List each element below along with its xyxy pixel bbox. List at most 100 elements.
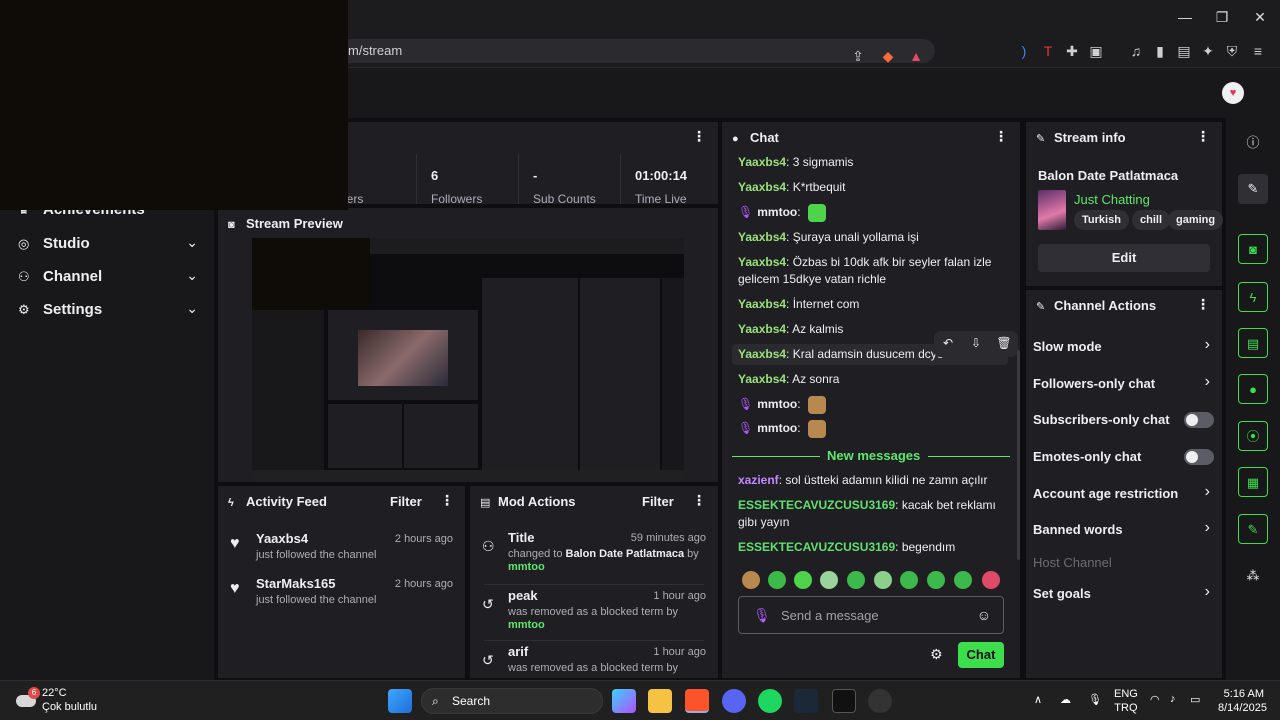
chat-message[interactable]: 🎙 mmtoo: <box>738 204 1008 222</box>
filter-button[interactable]: Filter <box>642 494 674 509</box>
emote-icon[interactable] <box>768 571 786 589</box>
action-slow-mode[interactable]: Slow mode › <box>1026 330 1222 364</box>
emoji-icon[interactable]: ☺ <box>977 607 991 623</box>
screenshot-icon[interactable]: ▣ <box>1086 41 1106 61</box>
widgets-icon[interactable]: ⁂ <box>1238 561 1268 591</box>
emote-icon[interactable] <box>927 571 945 589</box>
pencil-icon[interactable]: ✎ <box>1238 174 1268 204</box>
chat-username[interactable]: Yaaxbs4 <box>738 255 786 269</box>
document-icon[interactable]: ▤ <box>1238 328 1268 358</box>
trash-icon[interactable]: 🗑 <box>996 336 1012 350</box>
discord-icon[interactable] <box>722 689 746 713</box>
chat-username[interactable]: Yaaxbs4 <box>738 230 786 244</box>
brave-rewards-icon[interactable]: ▲ <box>906 46 926 66</box>
undo-icon[interactable]: ↶ <box>940 336 956 350</box>
puzzle-icon[interactable]: ✚ <box>1062 41 1082 61</box>
new-messages-divider[interactable]: New messages <box>732 448 1010 464</box>
chevron-up-icon[interactable]: ∧ <box>1034 693 1042 706</box>
close-button[interactable]: ✕ <box>1244 6 1276 28</box>
chat-message[interactable]: Yaaxbs4: İnternet com <box>738 296 1008 313</box>
share-icon[interactable]: ⇪ <box>848 46 868 66</box>
emote-icon[interactable] <box>874 571 892 589</box>
epic-games-icon[interactable] <box>832 689 856 713</box>
chat-username[interactable]: Yaaxbs4 <box>738 372 786 386</box>
copilot-icon[interactable] <box>612 689 636 713</box>
chat-username[interactable]: Yaaxbs4 <box>738 297 786 311</box>
action-set-goals[interactable]: Set goals › <box>1026 577 1222 611</box>
filter-button[interactable]: Filter <box>390 494 422 509</box>
info-icon[interactable]: ⓘ <box>1238 128 1268 158</box>
chat-message[interactable]: 🎙 mmtoo: <box>738 420 1008 438</box>
action-followers-only[interactable]: Followers-only chat › <box>1026 367 1222 401</box>
chat-username[interactable]: Yaaxbs4 <box>738 180 786 194</box>
chat-message[interactable]: Yaaxbs4: Şuraya unali yollama işi <box>738 229 1008 246</box>
action-account-age[interactable]: Account age restriction › <box>1026 477 1222 511</box>
brave-shield-icon[interactable]: ◆ <box>878 46 898 66</box>
obs-icon[interactable] <box>868 689 892 713</box>
chat-message[interactable]: ESSEKTECAVUZCUSU3169: begendım <box>738 539 1008 556</box>
pin-icon[interactable]: ⇩ <box>968 336 984 350</box>
chat-message[interactable]: Yaaxbs4: K*rtbequit <box>738 179 1008 196</box>
chat-username[interactable]: Yaaxbs4 <box>738 347 786 361</box>
emote-icon[interactable] <box>742 571 760 589</box>
tag[interactable]: gaming <box>1168 210 1224 230</box>
chat-username[interactable]: mmtoo <box>757 205 797 219</box>
layout-icon[interactable]: ▦ <box>1238 467 1268 497</box>
emote-icon[interactable] <box>982 571 1000 589</box>
cloud-sync-icon[interactable]: ☁ <box>1060 693 1071 706</box>
chat-message[interactable]: ESSEKTECAVUZCUSU3169: kacak bet reklamı … <box>738 497 1008 531</box>
mic-icon[interactable]: 🎙 <box>753 607 771 624</box>
sidebar-icon[interactable]: ▮ <box>1150 41 1170 61</box>
menu-icon[interactable]: ≡ <box>1248 41 1268 61</box>
emote-icon[interactable] <box>794 571 812 589</box>
minimize-button[interactable]: — <box>1169 6 1201 28</box>
windows-start-icon[interactable] <box>388 689 412 713</box>
chat-username[interactable]: xazienf <box>738 473 779 487</box>
wrench-icon[interactable]: ✎ <box>1238 514 1268 544</box>
category-link[interactable]: Just Chatting <box>1074 192 1150 207</box>
chat-message[interactable]: 🎙 mmtoo: <box>738 396 1008 414</box>
gear-icon[interactable]: ⚙ <box>930 646 943 663</box>
weather-icon[interactable]: 6 <box>16 687 40 711</box>
translate-extension-icon[interactable]: T <box>1038 41 1058 61</box>
volume-icon[interactable]: ♪ <box>1170 693 1176 705</box>
chat-username[interactable]: ESSEKTECAVUZCUSU3169 <box>738 498 895 512</box>
chat-message[interactable]: Yaaxbs4: 3 sigmamis <box>738 154 1008 171</box>
wifi-icon[interactable]: ◠ <box>1150 693 1160 706</box>
chat-message[interactable]: Yaaxbs4: Az sonra <box>738 371 1008 388</box>
chat-username[interactable]: mmtoo <box>757 421 797 435</box>
leo-ai-icon[interactable]: ✦ <box>1198 41 1218 61</box>
language-indicator[interactable]: ENG TRQ <box>1114 687 1138 715</box>
kebab-icon[interactable]: ⋮ <box>692 128 706 145</box>
chat-username[interactable]: Yaaxbs4 <box>738 322 786 336</box>
extension-icon[interactable]: ) <box>1014 41 1034 61</box>
broadcast-icon[interactable]: ⦿ <box>1238 421 1268 451</box>
stream-preview-video[interactable] <box>252 238 684 482</box>
taskbar-search[interactable]: ⌕ Search <box>421 688 603 714</box>
chat-input[interactable]: 🎙 Send a message ☺ <box>738 596 1004 634</box>
battery-icon[interactable]: ▭ <box>1190 693 1200 706</box>
chat-scrollbar[interactable] <box>1017 350 1020 560</box>
subscribers-only-toggle[interactable] <box>1184 412 1214 428</box>
maximize-button[interactable]: ❐ <box>1206 6 1238 28</box>
avatar[interactable]: ♥ <box>1222 82 1244 104</box>
chat-username[interactable]: mmtoo <box>757 397 797 411</box>
emote-icon[interactable] <box>954 571 972 589</box>
clock[interactable]: 5:16 AM 8/14/2025 <box>1218 687 1267 715</box>
kebab-icon[interactable]: ⋮ <box>994 128 1008 145</box>
spotify-icon[interactable] <box>758 689 782 713</box>
tag[interactable]: Turkish <box>1074 210 1129 230</box>
action-banned-words[interactable]: Banned words › <box>1026 513 1222 547</box>
wallet-icon[interactable]: ▤ <box>1174 41 1194 61</box>
send-chat-button[interactable]: Chat <box>958 642 1004 668</box>
file-explorer-icon[interactable] <box>648 689 672 713</box>
brave-icon[interactable] <box>685 689 709 713</box>
emotes-only-toggle[interactable] <box>1184 449 1214 465</box>
kebab-icon[interactable]: ⋮ <box>1196 296 1210 313</box>
edit-button[interactable]: Edit <box>1038 244 1210 272</box>
steam-icon[interactable] <box>794 689 818 713</box>
tag[interactable]: chill <box>1132 210 1171 230</box>
url-field[interactable]: m/stream ⇪ ◆ ▲ <box>330 39 935 66</box>
chat-message[interactable]: Yaaxbs4: Özbas bi 10dk afk bir seyler fa… <box>738 254 1008 288</box>
vpn-icon[interactable]: ⛨ <box>1222 41 1242 61</box>
